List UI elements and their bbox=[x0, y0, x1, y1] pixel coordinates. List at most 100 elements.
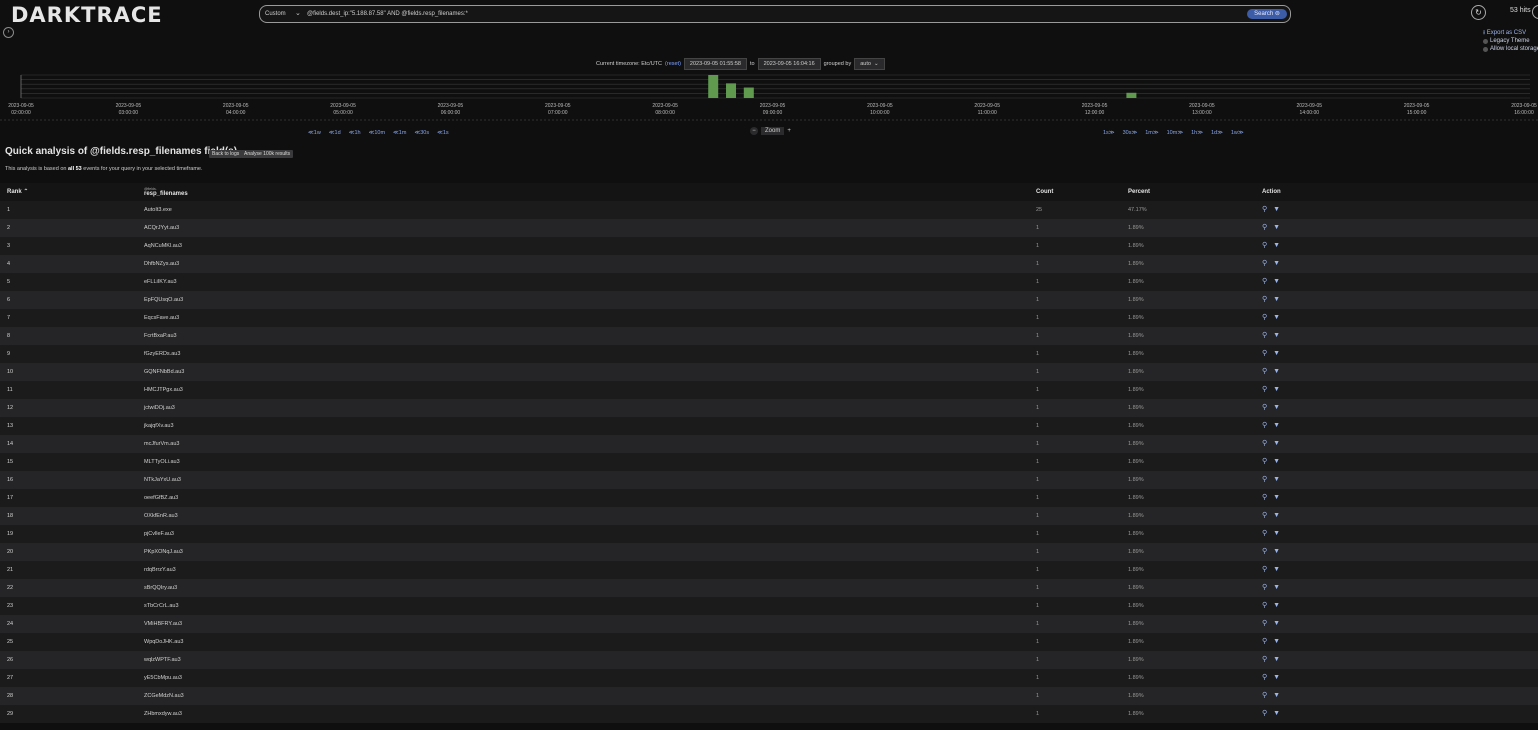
filter-icon[interactable]: ▼ bbox=[1273, 435, 1280, 453]
filter-icon[interactable]: ▼ bbox=[1273, 669, 1280, 687]
search-icon[interactable]: ⚲ bbox=[1262, 507, 1267, 525]
time-shift-button[interactable]: 30s≫ bbox=[1121, 129, 1140, 137]
filter-icon[interactable]: ▼ bbox=[1273, 453, 1280, 471]
time-shift-button[interactable]: ≪1s bbox=[435, 129, 451, 137]
search-input[interactable]: @fields.dest_ip:"5.188.87.58" AND @field… bbox=[307, 6, 468, 22]
filter-icon[interactable]: ▼ bbox=[1273, 273, 1280, 291]
event-histogram[interactable]: 2023-09-0502:00:002023-09-0503:00:002023… bbox=[0, 73, 1538, 121]
filter-icon[interactable]: ▼ bbox=[1273, 219, 1280, 237]
time-shift-button[interactable]: ≪1m bbox=[391, 129, 408, 137]
chevron-down-icon[interactable]: ⌄ bbox=[295, 6, 301, 22]
count-header[interactable]: Count bbox=[1036, 183, 1053, 201]
filter-icon[interactable]: ▼ bbox=[1273, 543, 1280, 561]
filter-icon[interactable]: ▼ bbox=[1273, 597, 1280, 615]
time-shift-button[interactable]: ≪10m bbox=[367, 129, 387, 137]
filter-icon[interactable]: ▼ bbox=[1273, 633, 1280, 651]
time-shift-button[interactable]: ≪30s bbox=[412, 129, 431, 137]
search-icon[interactable]: ⚲ bbox=[1262, 273, 1267, 291]
search-icon[interactable]: ⚲ bbox=[1262, 651, 1267, 669]
filter-icon[interactable]: ▼ bbox=[1273, 471, 1280, 489]
expand-menu-icon[interactable]: › bbox=[3, 27, 14, 38]
search-icon[interactable]: ⚲ bbox=[1262, 237, 1267, 255]
filter-icon[interactable]: ▼ bbox=[1273, 201, 1280, 219]
search-icon[interactable]: ⚲ bbox=[1262, 219, 1267, 237]
back-to-logs-button[interactable]: Back to logs bbox=[209, 150, 243, 158]
time-from-input[interactable]: 2023-09-05 01:55:58 bbox=[683, 58, 747, 70]
search-icon[interactable]: ⚲ bbox=[1262, 381, 1267, 399]
search-icon[interactable]: ⚲ bbox=[1262, 543, 1267, 561]
time-shift-button[interactable]: 1w≫ bbox=[1229, 129, 1246, 137]
filter-icon[interactable]: ▼ bbox=[1273, 525, 1280, 543]
filter-icon[interactable]: ▼ bbox=[1273, 561, 1280, 579]
settings-circle-icon[interactable] bbox=[1532, 5, 1538, 19]
search-icon[interactable]: ⚲ bbox=[1262, 597, 1267, 615]
filter-icon[interactable]: ▼ bbox=[1273, 345, 1280, 363]
search-icon[interactable]: ⚲ bbox=[1262, 579, 1267, 597]
zoom-out-button[interactable]: − bbox=[750, 127, 758, 135]
time-shift-button[interactable]: 1m≫ bbox=[1143, 129, 1160, 137]
time-shift-button[interactable]: 10m≫ bbox=[1165, 129, 1185, 137]
analyse-100k-button[interactable]: Analyse 100k results bbox=[241, 150, 294, 158]
filter-icon[interactable]: ▼ bbox=[1273, 327, 1280, 345]
search-icon[interactable]: ⚲ bbox=[1262, 525, 1267, 543]
search-icon[interactable]: ⚲ bbox=[1262, 309, 1267, 327]
time-shift-button[interactable]: ≪1h bbox=[347, 129, 363, 137]
search-icon[interactable]: ⚲ bbox=[1262, 417, 1267, 435]
search-icon[interactable]: ⚲ bbox=[1262, 291, 1267, 309]
time-shift-button[interactable]: 1h≫ bbox=[1189, 129, 1205, 137]
search-icon[interactable]: ⚲ bbox=[1262, 201, 1267, 219]
search-icon[interactable]: ⚲ bbox=[1262, 471, 1267, 489]
search-icon[interactable]: ⚲ bbox=[1262, 561, 1267, 579]
search-icon[interactable]: ⚲ bbox=[1262, 435, 1267, 453]
filter-icon[interactable]: ▼ bbox=[1273, 579, 1280, 597]
time-shift-button[interactable]: ≪1d bbox=[327, 129, 343, 137]
histogram-bar[interactable] bbox=[726, 83, 737, 98]
filter-icon[interactable]: ▼ bbox=[1273, 237, 1280, 255]
search-bar[interactable]: Custom ⌄ @fields.dest_ip:"5.188.87.58" A… bbox=[259, 5, 1291, 23]
group-by-select[interactable]: auto ⌄ bbox=[854, 58, 885, 70]
filter-icon[interactable]: ▼ bbox=[1273, 507, 1280, 525]
histogram-bar[interactable] bbox=[743, 87, 754, 98]
x-tick-date: 2023-09-05 bbox=[760, 103, 786, 109]
histogram-bar[interactable] bbox=[1126, 92, 1137, 98]
filter-icon[interactable]: ▼ bbox=[1273, 489, 1280, 507]
filter-icon[interactable]: ▼ bbox=[1273, 705, 1280, 723]
time-shift-button[interactable]: ≪1w bbox=[306, 129, 323, 137]
search-icon[interactable]: ⚲ bbox=[1262, 327, 1267, 345]
search-icon[interactable]: ⚲ bbox=[1262, 633, 1267, 651]
filter-icon[interactable]: ▼ bbox=[1273, 399, 1280, 417]
histogram-bar[interactable] bbox=[708, 75, 719, 98]
search-button[interactable]: Search ⊜ bbox=[1247, 9, 1287, 19]
filter-icon[interactable]: ▼ bbox=[1273, 255, 1280, 273]
time-to-input[interactable]: 2023-09-05 16:04:16 bbox=[757, 58, 821, 70]
filter-icon[interactable]: ▼ bbox=[1273, 363, 1280, 381]
filter-icon[interactable]: ▼ bbox=[1273, 651, 1280, 669]
search-icon[interactable]: ⚲ bbox=[1262, 363, 1267, 381]
search-icon[interactable]: ⚲ bbox=[1262, 399, 1267, 417]
local-storage-toggle[interactable] bbox=[1483, 46, 1488, 52]
filter-icon[interactable]: ▼ bbox=[1273, 291, 1280, 309]
search-icon[interactable]: ⚲ bbox=[1262, 345, 1267, 363]
filter-icon[interactable]: ▼ bbox=[1273, 309, 1280, 327]
search-icon[interactable]: ⚲ bbox=[1262, 705, 1267, 723]
search-icon[interactable]: ⚲ bbox=[1262, 453, 1267, 471]
filter-icon[interactable]: ▼ bbox=[1273, 687, 1280, 705]
export-csv-link[interactable]: ⭳ Export as CSV bbox=[1483, 29, 1526, 37]
timezone-reset-link[interactable]: (reset) bbox=[665, 61, 681, 67]
time-shift-button[interactable]: 1d≫ bbox=[1209, 129, 1225, 137]
refresh-icon[interactable]: ↻ bbox=[1471, 5, 1486, 20]
search-icon[interactable]: ⚲ bbox=[1262, 687, 1267, 705]
filter-icon[interactable]: ▼ bbox=[1273, 417, 1280, 435]
time-shift-button[interactable]: 1s≫ bbox=[1101, 129, 1117, 137]
search-icon[interactable]: ⚲ bbox=[1262, 255, 1267, 273]
query-type-select[interactable]: Custom bbox=[265, 6, 286, 22]
search-icon[interactable]: ⚲ bbox=[1262, 615, 1267, 633]
search-icon[interactable]: ⚲ bbox=[1262, 489, 1267, 507]
search-icon[interactable]: ⚲ bbox=[1262, 669, 1267, 687]
rank-header[interactable]: Rank ⌃ bbox=[7, 183, 28, 201]
percent-header[interactable]: Percent bbox=[1128, 183, 1150, 201]
zoom-in-button[interactable]: + bbox=[787, 128, 791, 134]
filter-icon[interactable]: ▼ bbox=[1273, 615, 1280, 633]
legacy-theme-toggle[interactable] bbox=[1483, 38, 1488, 44]
filter-icon[interactable]: ▼ bbox=[1273, 381, 1280, 399]
